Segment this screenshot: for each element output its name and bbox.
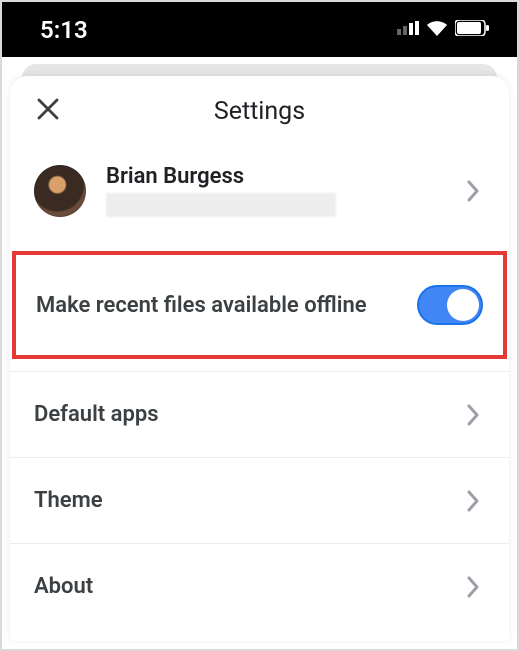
chevron-right-icon xyxy=(461,403,485,427)
highlight-annotation: Make recent files available offline xyxy=(12,251,507,359)
chevron-right-icon xyxy=(461,489,485,513)
list-item-label: Default apps xyxy=(34,402,159,427)
avatar xyxy=(34,165,86,217)
switch-knob xyxy=(447,289,479,321)
status-icons xyxy=(397,19,489,41)
theme-row[interactable]: Theme xyxy=(10,457,509,543)
offline-toggle-row[interactable]: Make recent files available offline xyxy=(16,255,503,355)
account-name: Brian Burgess xyxy=(106,164,461,189)
account-text: Brian Burgess xyxy=(106,164,461,217)
status-time: 5:13 xyxy=(40,16,88,44)
status-bar: 5:13 xyxy=(2,2,517,57)
close-icon xyxy=(35,96,61,126)
account-row[interactable]: Brian Burgess xyxy=(10,146,509,235)
chevron-right-icon xyxy=(461,575,485,599)
list-item-label: About xyxy=(34,574,93,599)
sheet-header: Settings xyxy=(10,76,509,146)
page-title: Settings xyxy=(10,97,509,126)
settings-sheet: Settings Brian Burgess Make recent files… xyxy=(10,76,509,641)
settings-list: Default apps Theme About xyxy=(10,371,509,629)
close-button[interactable] xyxy=(28,91,68,131)
list-item-label: Theme xyxy=(34,488,103,513)
battery-icon xyxy=(455,20,489,40)
offline-toggle-switch[interactable] xyxy=(417,285,483,325)
signal-icon xyxy=(397,20,419,39)
about-row[interactable]: About xyxy=(10,543,509,629)
offline-toggle-label: Make recent files available offline xyxy=(36,293,367,318)
wifi-icon xyxy=(425,19,449,41)
chevron-right-icon xyxy=(461,179,485,203)
account-email-redacted xyxy=(106,193,336,217)
default-apps-row[interactable]: Default apps xyxy=(10,371,509,457)
